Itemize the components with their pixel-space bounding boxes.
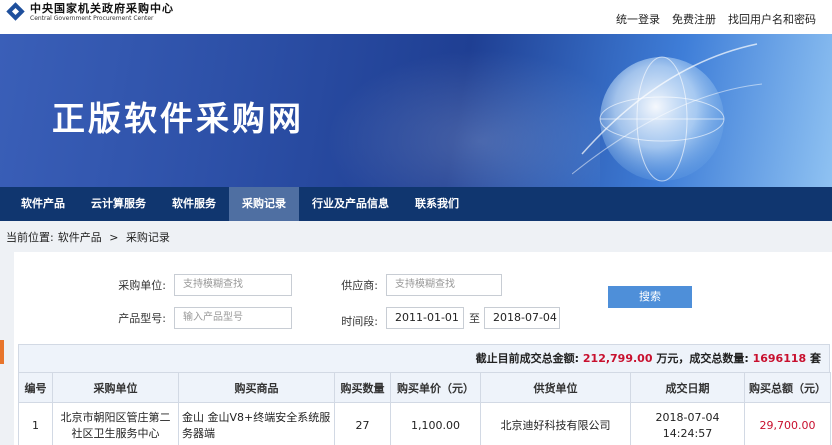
nav-software-services[interactable]: 软件服务 — [159, 187, 229, 221]
banner: 正版软件采购网 — [0, 34, 832, 187]
records-table: 编号 采购单位 购买商品 购买数量 购买单价（元） 供货单位 成交日期 购买总额… — [18, 372, 831, 445]
breadcrumb-separator: > — [109, 231, 119, 244]
col-header-date: 成交日期 — [630, 372, 745, 403]
cell-unit-price: 1,100.00 — [390, 402, 481, 445]
side-tab-handle[interactable] — [0, 340, 4, 364]
buyer-input[interactable]: 支持模糊查找 — [174, 274, 292, 296]
total-count-label: 万元，成交总数量: — [656, 352, 749, 365]
buyer-label: 采购单位: — [118, 279, 166, 292]
supplier-input[interactable]: 支持模糊查找 — [386, 274, 502, 296]
globe-icon — [572, 43, 762, 182]
unified-login-link[interactable]: 统一登录 — [616, 11, 660, 27]
date-from-input[interactable]: 2011-01-01 — [386, 307, 464, 329]
model-label: 产品型号: — [118, 312, 166, 325]
top-links: 统一登录 免费注册 找回用户名和密码 — [616, 11, 816, 27]
total-amount-value: 212,799.00 — [582, 352, 653, 365]
breadcrumb-prefix: 当前位置: — [6, 231, 54, 244]
count-unit: 套 — [810, 352, 821, 365]
search-panel: 采购单位: 支持模糊查找 供应商: 支持模糊查找 搜索 产品型号: 输入产品型号… — [14, 252, 832, 445]
logo-emblem-icon — [6, 2, 26, 22]
nav-software-products[interactable]: 软件产品 — [8, 187, 78, 221]
logo-chinese-name: 中央国家机关政府采购中心 — [30, 1, 174, 15]
logo-english-name: Central Government Procurement Center — [30, 14, 154, 22]
col-header-supplier: 供货单位 — [480, 372, 631, 403]
summary-bar: 截止目前成交总金额: 212,799.00 万元，成交总数量: 1696118 … — [18, 344, 830, 372]
to-label: 至 — [469, 312, 480, 325]
nav-purchase-records[interactable]: 采购记录 — [229, 187, 299, 221]
recover-account-link[interactable]: 找回用户名和密码 — [728, 11, 816, 27]
table-header-row: 编号 采购单位 购买商品 购买数量 购买单价（元） 供货单位 成交日期 购买总额… — [18, 372, 831, 403]
col-header-buyer: 采购单位 — [52, 372, 179, 403]
nav-contact-us[interactable]: 联系我们 — [402, 187, 472, 221]
cell-product[interactable]: 金山 金山V8+终端安全系统服务器端 — [178, 402, 335, 445]
cell-quantity: 27 — [334, 402, 391, 445]
col-header-unit-price: 购买单价（元） — [390, 372, 481, 403]
cell-date: 2018-07-04 14:24:57 — [630, 402, 745, 445]
breadcrumb-software-products[interactable]: 软件产品 — [58, 231, 102, 244]
cell-buyer: 北京市朝阳区管庄第二社区卫生服务中心 — [52, 402, 179, 445]
model-input[interactable]: 输入产品型号 — [174, 307, 292, 329]
main-nav: 软件产品 云计算服务 软件服务 采购记录 行业及产品信息 联系我们 — [0, 187, 832, 221]
supplier-label: 供应商: — [341, 279, 378, 292]
total-amount-label: 截止目前成交总金额: — [475, 352, 580, 365]
col-header-total: 购买总额（元） — [744, 372, 831, 403]
logo[interactable]: 中央国家机关政府采购中心 Central Government Procurem… — [6, 2, 174, 22]
breadcrumb: 当前位置: 软件产品 > 采购记录 — [6, 229, 174, 245]
banner-title: 正版软件采购网 — [52, 99, 304, 138]
records-table-wrap: 截止目前成交总金额: 212,799.00 万元，成交总数量: 1696118 … — [18, 344, 831, 445]
cell-total: 29,700.00 — [744, 402, 831, 445]
nav-industry-info[interactable]: 行业及产品信息 — [299, 187, 402, 221]
period-label: 时间段: — [341, 315, 378, 328]
table-row[interactable]: 1 北京市朝阳区管庄第二社区卫生服务中心 金山 金山V8+终端安全系统服务器端 … — [18, 402, 831, 445]
register-link[interactable]: 免费注册 — [672, 11, 716, 27]
cell-supplier: 北京迪好科技有限公司 — [480, 402, 631, 445]
search-button[interactable]: 搜索 — [608, 286, 692, 308]
col-header-product: 购买商品 — [178, 372, 335, 403]
col-header-index: 编号 — [18, 372, 53, 403]
breadcrumb-current: 采购记录 — [125, 231, 170, 244]
top-header: 中央国家机关政府采购中心 Central Government Procurem… — [0, 0, 832, 34]
date-to-input[interactable]: 2018-07-04 — [484, 307, 560, 329]
total-count-value: 1696118 — [752, 352, 807, 365]
cell-index: 1 — [18, 402, 53, 445]
nav-cloud-services[interactable]: 云计算服务 — [78, 187, 159, 221]
col-header-quantity: 购买数量 — [334, 372, 391, 403]
